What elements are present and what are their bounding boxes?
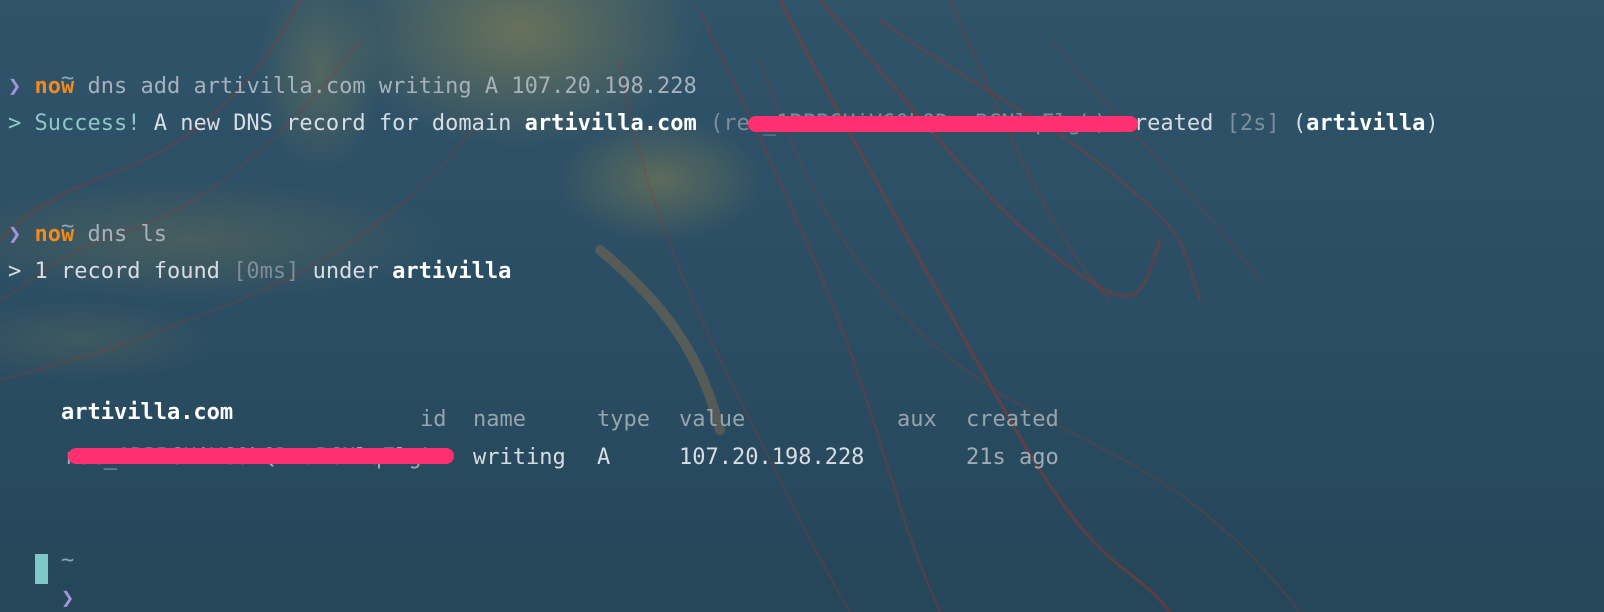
terminal-window[interactable]: ~ ❯ now dns add artivilla.com writing A … xyxy=(8,0,1604,612)
column-header-value: value xyxy=(679,407,746,432)
column-header-created: created xyxy=(966,407,1059,432)
output-line: > 1 record found [0ms] under artivilla xyxy=(8,257,511,287)
command-args: dns add artivilla.com writing A 107.20.1… xyxy=(87,74,697,99)
column-header-id: id xyxy=(420,407,447,432)
command-args: dns ls xyxy=(87,222,167,247)
output-marker: > xyxy=(8,259,22,284)
success-label: Success! xyxy=(34,111,141,136)
elapsed-time: [0ms] xyxy=(233,259,300,284)
cell-type: A xyxy=(597,445,611,470)
output-text: A new DNS record for domain xyxy=(153,111,512,136)
account-open: ( xyxy=(1292,111,1307,136)
output-line: > Success! A new DNS record for domain a… xyxy=(8,109,1439,139)
domain-name: artivilla.com xyxy=(524,111,697,136)
command-name: now xyxy=(34,222,75,247)
table-domain-heading: artivilla.com xyxy=(8,368,233,425)
prompt-chevron-icon: ❯ xyxy=(60,586,75,611)
cwd-line: ~ xyxy=(8,516,74,573)
command-line: ❯ now dns ls xyxy=(8,220,167,250)
cell-created: 21s ago xyxy=(966,445,1059,470)
prompt-chevron-icon: ❯ xyxy=(8,222,22,247)
command-name: now xyxy=(34,74,75,99)
account-close: ) xyxy=(1425,111,1439,136)
cwd-line: ~ xyxy=(8,182,74,239)
elapsed-time: [2s] xyxy=(1226,111,1280,136)
column-header-aux: aux xyxy=(897,407,937,432)
output-marker: > xyxy=(8,111,22,136)
output-text: under xyxy=(312,259,379,284)
output-text: 1 record found xyxy=(34,259,220,284)
redaction-mark xyxy=(68,448,454,464)
record-id-open: ( xyxy=(710,111,724,136)
column-header-type: type xyxy=(597,407,650,432)
command-line: ❯ now dns add artivilla.com writing A 10… xyxy=(8,72,697,102)
redaction-mark xyxy=(748,116,1138,132)
terminal-cursor[interactable] xyxy=(35,554,48,584)
column-header-name: name xyxy=(473,407,526,432)
cell-name: writing xyxy=(473,445,566,470)
table-domain: artivilla.com xyxy=(60,400,234,425)
account-name: artivilla xyxy=(392,259,512,284)
cell-value: 107.20.198.228 xyxy=(679,445,865,470)
cwd-line: ~ xyxy=(8,34,74,91)
account-name: artivilla xyxy=(1306,111,1426,136)
prompt-chevron-icon: ❯ xyxy=(8,74,22,99)
